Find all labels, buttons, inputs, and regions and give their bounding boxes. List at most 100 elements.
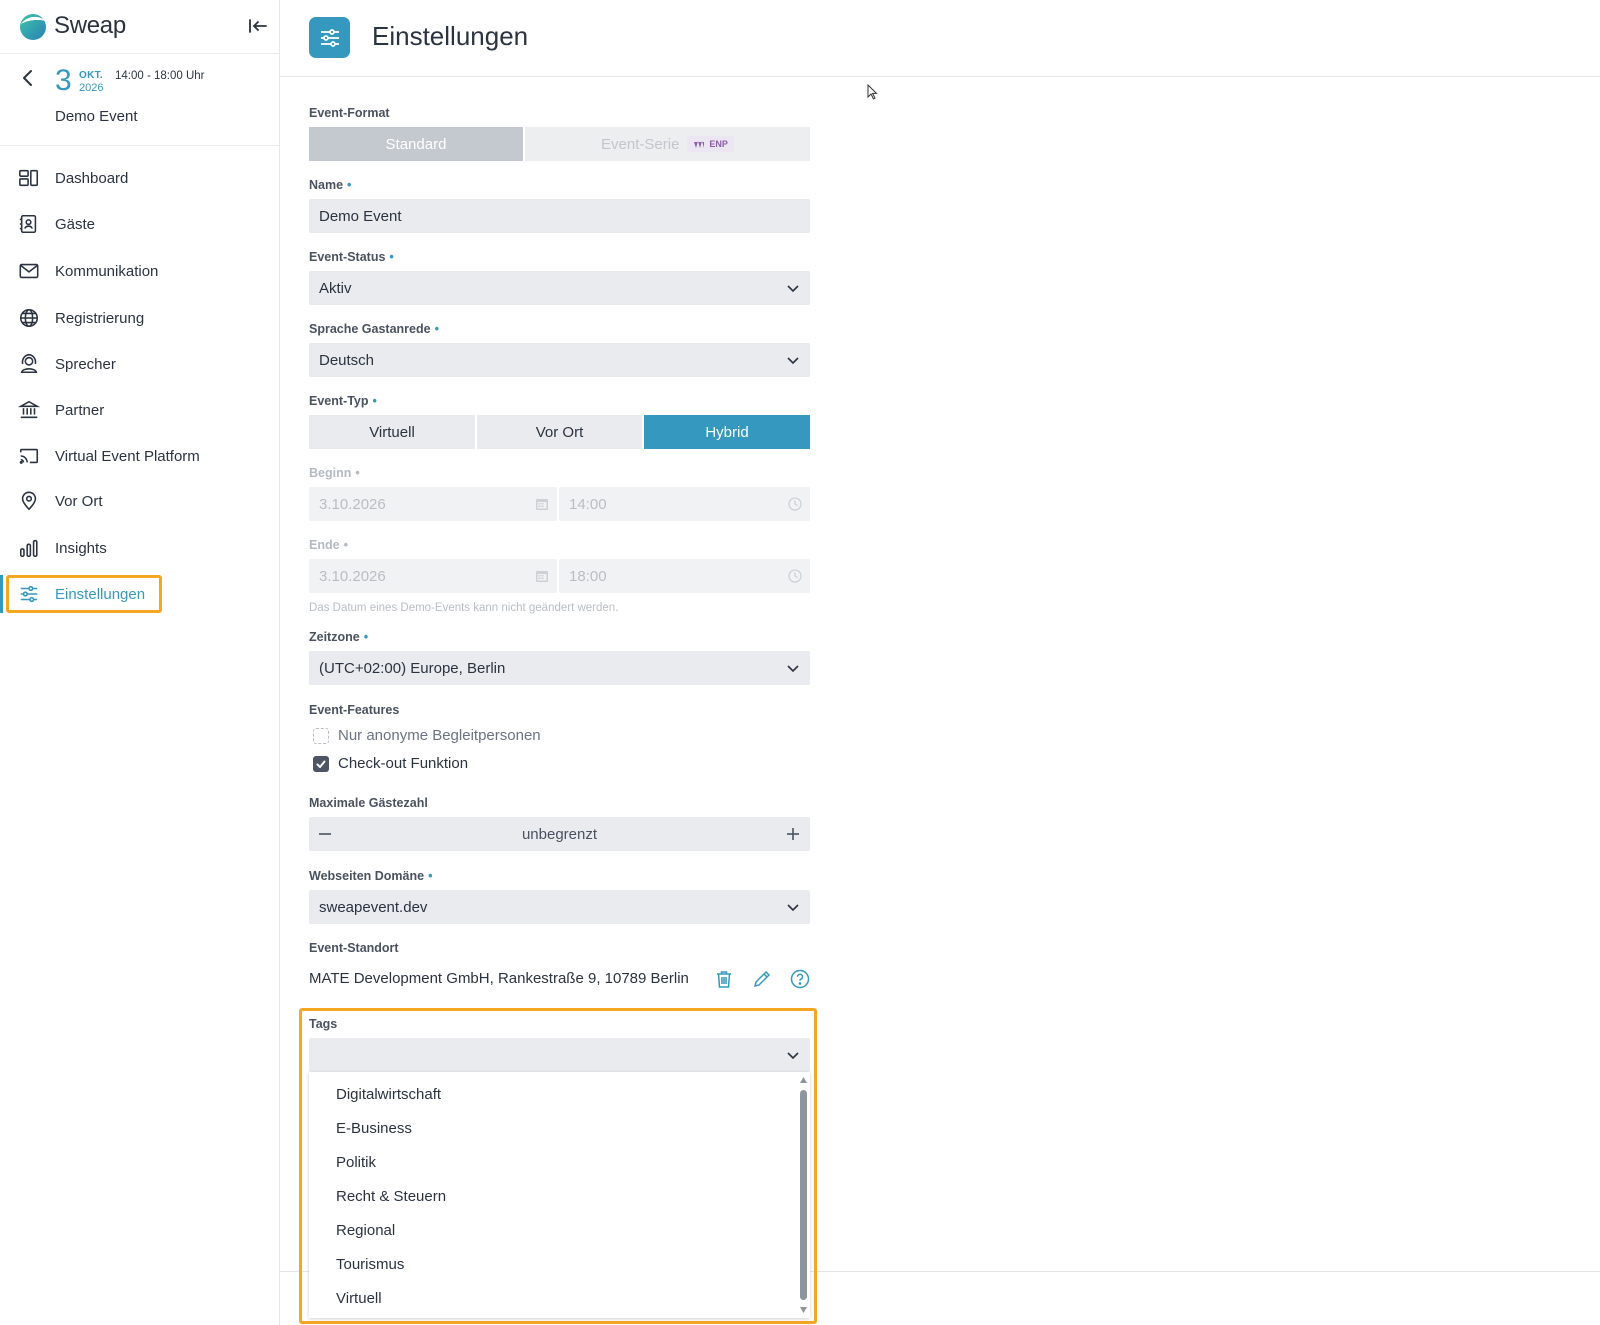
sidebar-item-label: Dashboard <box>55 169 129 187</box>
sidebar-item-label: Registrierung <box>55 309 145 327</box>
minus-icon[interactable] <box>318 827 332 841</box>
checkout-label[interactable]: Check-out Funktion <box>338 755 468 772</box>
calendar-icon <box>536 499 548 510</box>
anonymous-companions-checkbox[interactable] <box>313 728 329 744</box>
anonymous-companions-label[interactable]: Nur anonyme Begleitpersonen <box>338 727 541 744</box>
bank-icon <box>18 400 40 419</box>
crown-icon <box>694 141 705 148</box>
mouse-cursor-icon <box>867 84 878 100</box>
event-type-virtuell[interactable]: Virtuell <box>309 415 475 449</box>
plus-icon[interactable] <box>786 827 800 841</box>
status-select[interactable]: Aktiv <box>309 271 810 305</box>
sidebar-item-label: Vor Ort <box>55 492 103 510</box>
max-guests-value[interactable]: unbegrenzt <box>522 826 597 843</box>
sidebar-item-dashboard[interactable]: Dashboard <box>8 160 164 196</box>
sidebar-item-partner[interactable]: Partner <box>8 392 164 428</box>
sidebar-item-registrierung[interactable]: Registrierung <box>8 300 164 336</box>
calendar-icon <box>536 571 548 582</box>
tags-select[interactable] <box>309 1038 810 1072</box>
begin-time-input[interactable]: 14:00 <box>559 487 810 521</box>
end-date-input[interactable]: 3.10.2026 <box>309 559 557 593</box>
timezone-label-text: Zeitzone <box>309 630 360 644</box>
cast-icon <box>19 448 39 464</box>
required-dot: • <box>434 322 439 336</box>
scroll-up-icon[interactable] <box>799 1076 808 1084</box>
help-icon[interactable] <box>789 968 811 990</box>
sidebar: Sweap 3 OKT. 2026 14:00 - 18:00 Uhr Demo… <box>0 0 280 1325</box>
begin-date-input[interactable]: 3.10.2026 <box>309 487 557 521</box>
max-guests-stepper: unbegrenzt <box>309 817 810 851</box>
sidebar-item-insights[interactable]: Insights <box>8 530 164 566</box>
tag-option[interactable]: Recht & Steuern <box>336 1188 446 1205</box>
language-value: Deutsch <box>319 351 375 369</box>
tag-option[interactable]: Virtuell <box>336 1290 382 1307</box>
domain-value: sweapevent.dev <box>319 898 428 916</box>
domain-select[interactable]: sweapevent.dev <box>309 890 810 924</box>
required-dot: • <box>428 869 433 883</box>
location-value: MATE Development GmbH, Rankestraße 9, 10… <box>309 970 689 987</box>
tag-option[interactable]: Tourismus <box>336 1256 404 1273</box>
active-indicator <box>0 575 3 613</box>
timezone-select[interactable]: (UTC+02:00) Europe, Berlin <box>309 651 810 685</box>
back-arrow-icon[interactable] <box>16 66 40 90</box>
tag-option[interactable]: Politik <box>336 1154 376 1171</box>
required-dot: • <box>347 178 352 192</box>
pencil-icon[interactable] <box>751 968 773 990</box>
name-input[interactable]: Demo Event <box>309 199 810 233</box>
page-header: Einstellungen <box>280 0 1600 77</box>
event-date-year: 2026 <box>79 82 104 94</box>
end-label-text: Ende <box>309 538 340 552</box>
trash-icon[interactable] <box>713 968 735 990</box>
event-type-vor-ort[interactable]: Vor Ort <box>477 415 642 449</box>
checkout-checkbox[interactable] <box>313 756 329 772</box>
scroll-thumb[interactable] <box>800 1090 807 1300</box>
location-label: Event-Standort <box>309 941 399 955</box>
tag-option[interactable]: E-Business <box>336 1120 412 1137</box>
domain-label: Webseiten Domäne • <box>309 869 432 883</box>
format-event-serie-option[interactable]: Event-Serie ENP <box>523 127 810 161</box>
enp-badge: ENP <box>687 136 734 152</box>
event-type-hybrid[interactable]: Hybrid <box>644 415 810 449</box>
sliders-icon <box>20 585 38 603</box>
begin-date-value: 3.10.2026 <box>319 495 386 513</box>
end-time-input[interactable]: 18:00 <box>559 559 810 593</box>
end-label: Ende • <box>309 538 348 552</box>
chevron-down-icon <box>787 904 799 912</box>
required-dot: • <box>372 394 377 408</box>
event-type-label: Event-Typ • <box>309 394 377 408</box>
tag-option[interactable]: Regional <box>336 1222 395 1239</box>
scroll-down-icon[interactable] <box>799 1306 808 1314</box>
sidebar-item-virtual-event-platform[interactable]: Virtual Event Platform <box>8 438 218 474</box>
format-event-serie-label: Event-Serie <box>601 135 680 153</box>
page-title: Einstellungen <box>372 21 529 51</box>
sidebar-divider <box>0 53 279 54</box>
language-select[interactable]: Deutsch <box>309 343 810 377</box>
language-label-text: Sprache Gastanrede <box>309 322 431 336</box>
sidebar-item-sprecher[interactable]: Sprecher <box>8 346 164 382</box>
dashboard-icon <box>19 169 39 187</box>
required-dot: • <box>355 466 360 480</box>
sidebar-item-einstellungen[interactable]: Einstellungen <box>6 575 162 613</box>
clock-icon <box>788 497 802 511</box>
main-content: Einstellungen Event-Format Standard Even… <box>280 0 1600 1325</box>
collapse-sidebar-icon[interactable] <box>246 14 270 38</box>
brand[interactable]: Sweap <box>18 10 126 42</box>
bar-chart-icon <box>19 539 38 558</box>
sweap-logo-icon <box>20 14 46 40</box>
sidebar-item-kommunikation[interactable]: Kommunikation <box>8 253 164 289</box>
tag-option[interactable]: Digitalwirtschaft <box>336 1086 441 1103</box>
sidebar-item-label: Virtual Event Platform <box>55 447 200 465</box>
event-date-day: 3 <box>55 64 72 97</box>
timezone-value: (UTC+02:00) Europe, Berlin <box>319 659 506 677</box>
end-date-value: 3.10.2026 <box>319 567 386 585</box>
event-format-label: Event-Format <box>309 106 390 120</box>
sidebar-item-gaeste[interactable]: Gäste <box>8 206 164 242</box>
chevron-down-icon <box>787 665 799 673</box>
sidebar-item-vor-ort[interactable]: Vor Ort <box>8 483 164 519</box>
max-guests-label: Maximale Gästezahl <box>309 796 428 810</box>
dropdown-scrollbar[interactable] <box>799 1076 808 1314</box>
format-standard-option[interactable]: Standard <box>309 127 523 161</box>
features-label: Event-Features <box>309 703 400 717</box>
sidebar-item-label: Insights <box>55 539 107 557</box>
chevron-down-icon <box>787 285 799 293</box>
